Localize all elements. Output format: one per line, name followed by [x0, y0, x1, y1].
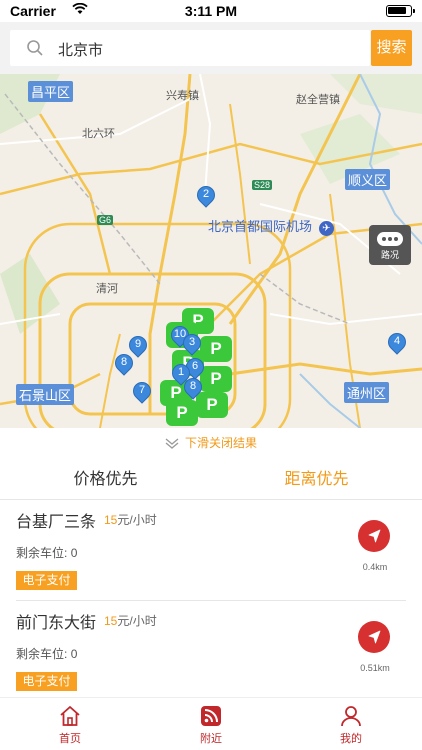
- traffic-button[interactable]: 路况: [369, 225, 411, 265]
- nearby-icon: [201, 706, 221, 726]
- parking-marker[interactable]: P: [200, 336, 232, 362]
- tab-price-priority[interactable]: 价格优先: [0, 460, 211, 500]
- parking-name: 台基厂三条: [16, 514, 97, 531]
- search-input-value: 北京市: [58, 42, 104, 59]
- search-input[interactable]: 北京市: [10, 30, 370, 66]
- chevron-down-icon: [165, 438, 179, 449]
- e-payment-badge[interactable]: 电子支付: [16, 672, 77, 691]
- navigate-button[interactable]: [358, 621, 390, 653]
- place-label: 清河: [96, 283, 118, 295]
- battery-icon: [386, 5, 415, 17]
- location-pin[interactable]: 7: [129, 378, 155, 408]
- airport-label: 北京首都国际机场 ✈: [208, 216, 334, 236]
- parking-price: 15元/小时: [104, 614, 157, 628]
- sort-tabs: 价格优先 距离优先: [0, 460, 422, 500]
- place-label: 兴寿镇: [166, 90, 199, 102]
- location-pin[interactable]: 3: [179, 330, 205, 360]
- remaining-spaces: 剩余车位: 0: [16, 546, 78, 560]
- navigate-button[interactable]: [358, 520, 390, 552]
- nav-profile[interactable]: 我的: [321, 702, 381, 748]
- tab-distance-priority[interactable]: 距离优先: [211, 460, 422, 500]
- traffic-icon: [377, 232, 403, 246]
- list-item[interactable]: 前门东大街 15元/小时 剩余车位: 0 电子支付 0.51km: [0, 601, 422, 701]
- navigation-arrow-icon: [368, 630, 381, 644]
- list-item[interactable]: 台基厂三条 15元/小时 剩余车位: 0 电子支付 0.4km: [0, 500, 422, 600]
- district-label: 昌平区: [28, 81, 74, 102]
- status-bar: Carrier 3:11 PM: [0, 0, 422, 22]
- location-pin[interactable]: 4: [384, 329, 410, 359]
- nav-nearby[interactable]: 附近: [181, 702, 241, 748]
- home-icon: [60, 706, 80, 726]
- remaining-spaces: 剩余车位: 0: [16, 647, 78, 661]
- location-pin[interactable]: 2: [193, 182, 219, 212]
- close-results-hint[interactable]: 下滑关闭结果: [0, 434, 422, 458]
- clock: 3:11 PM: [184, 3, 238, 19]
- e-payment-badge[interactable]: 电子支付: [16, 571, 77, 590]
- bottom-nav: 首页 附近 我的: [0, 697, 422, 750]
- road-badge: G6: [97, 215, 114, 225]
- search-bar: 北京市 搜索: [0, 22, 422, 74]
- distance-label: 0.51km: [360, 663, 390, 673]
- airplane-icon: ✈: [318, 221, 334, 236]
- search-icon: [27, 40, 43, 56]
- road-badge: S28: [252, 180, 273, 190]
- parking-price: 15元/小时: [104, 513, 157, 527]
- place-label: 赵全营镇: [296, 94, 340, 106]
- location-pin[interactable]: 8: [111, 350, 137, 380]
- place-label: 北六环: [82, 128, 115, 140]
- district-label: 顺义区: [345, 169, 391, 190]
- search-button[interactable]: 搜索: [371, 30, 412, 66]
- location-pin[interactable]: 8: [180, 374, 206, 404]
- parking-name: 前门东大街: [16, 615, 97, 632]
- nav-home[interactable]: 首页: [40, 702, 100, 748]
- navigation-arrow-icon: [368, 529, 381, 543]
- distance-label: 0.4km: [362, 562, 388, 572]
- map-view[interactable]: 昌平区 顺义区 石景山区 通州区 兴寿镇 赵全营镇 北六环 清河 北京首都国际机…: [0, 74, 422, 428]
- parking-marker[interactable]: P: [200, 366, 232, 392]
- district-label: 通州区: [344, 382, 390, 403]
- district-label: 石景山区: [16, 384, 75, 405]
- profile-icon: [341, 706, 361, 727]
